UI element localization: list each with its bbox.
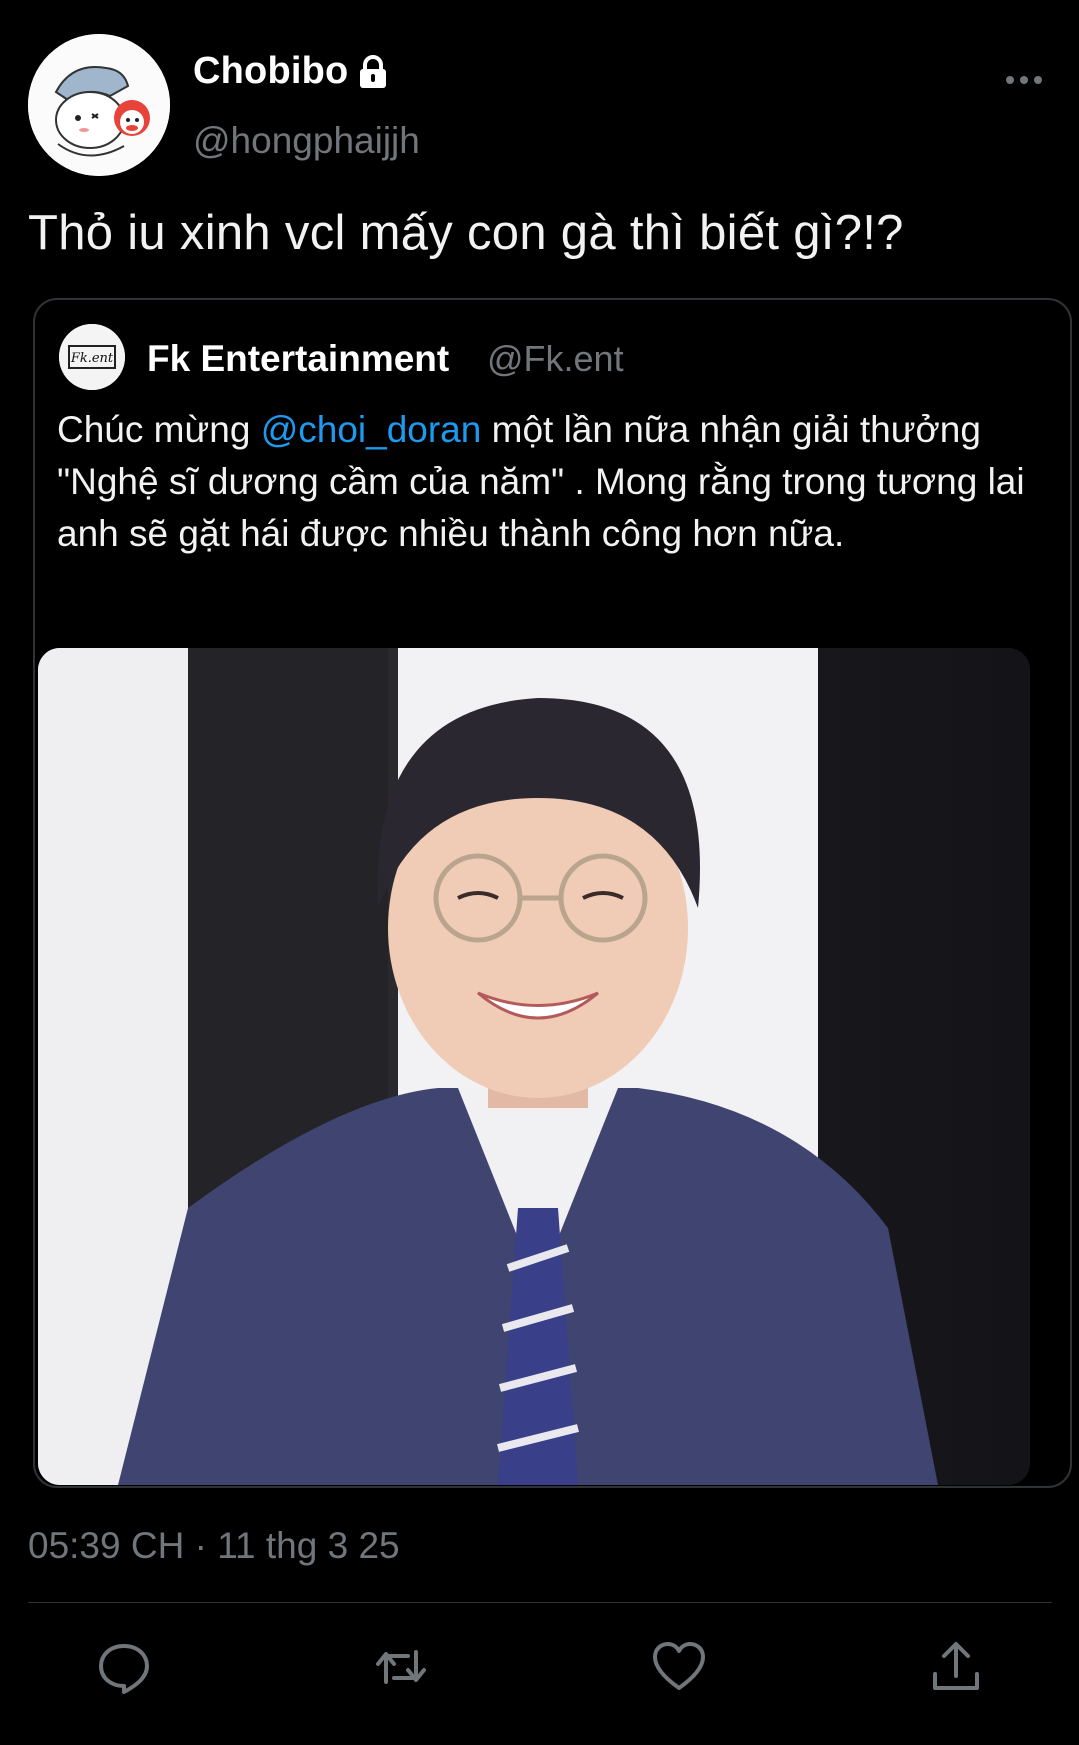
author-name-row: Chobibo [193,50,388,93]
quoted-tweet-text: Chúc mừng @choi_doran một lần nữa nhận g… [57,404,1047,560]
tweet-text: Thỏ iu xinh vcl mấy con gà thì biết gì?!… [28,206,904,260]
quoted-text-before: Chúc mừng [57,409,261,450]
mention-link[interactable]: @choi_doran [261,409,482,450]
retweet-icon[interactable] [372,1638,430,1696]
share-icon[interactable] [927,1638,985,1696]
photo-person-portrait [38,648,1030,1485]
quoted-tweet-card[interactable]: Fk.ent Fk Entertainment @Fk.ent Chúc mừn… [33,298,1072,1488]
svg-text:Fk.ent: Fk.ent [70,351,114,366]
author-avatar[interactable] [28,34,170,176]
author-handle[interactable]: @hongphaijjh [193,120,420,162]
more-options-icon[interactable] [1004,68,1044,92]
like-icon[interactable] [650,1638,708,1696]
cartoon-avatar-icon [28,34,170,176]
quoted-handle[interactable]: @Fk.ent [487,338,624,380]
tweet-date[interactable]: 11 thg 3 25 [217,1525,399,1566]
fk-logo-icon: Fk.ent [59,324,125,390]
quoted-photo[interactable] [38,648,1030,1485]
divider [28,1602,1052,1603]
tweet-meta: 05:39 CH · 11 thg 3 25 [28,1525,400,1567]
lock-icon [358,54,388,89]
reply-icon[interactable] [95,1638,153,1696]
quoted-display-name[interactable]: Fk Entertainment [147,338,449,380]
quoted-author-avatar[interactable]: Fk.ent [59,324,125,390]
author-display-name[interactable]: Chobibo [193,50,348,93]
meta-separator: · [194,1525,207,1566]
tweet-time[interactable]: 05:39 CH [28,1525,184,1566]
